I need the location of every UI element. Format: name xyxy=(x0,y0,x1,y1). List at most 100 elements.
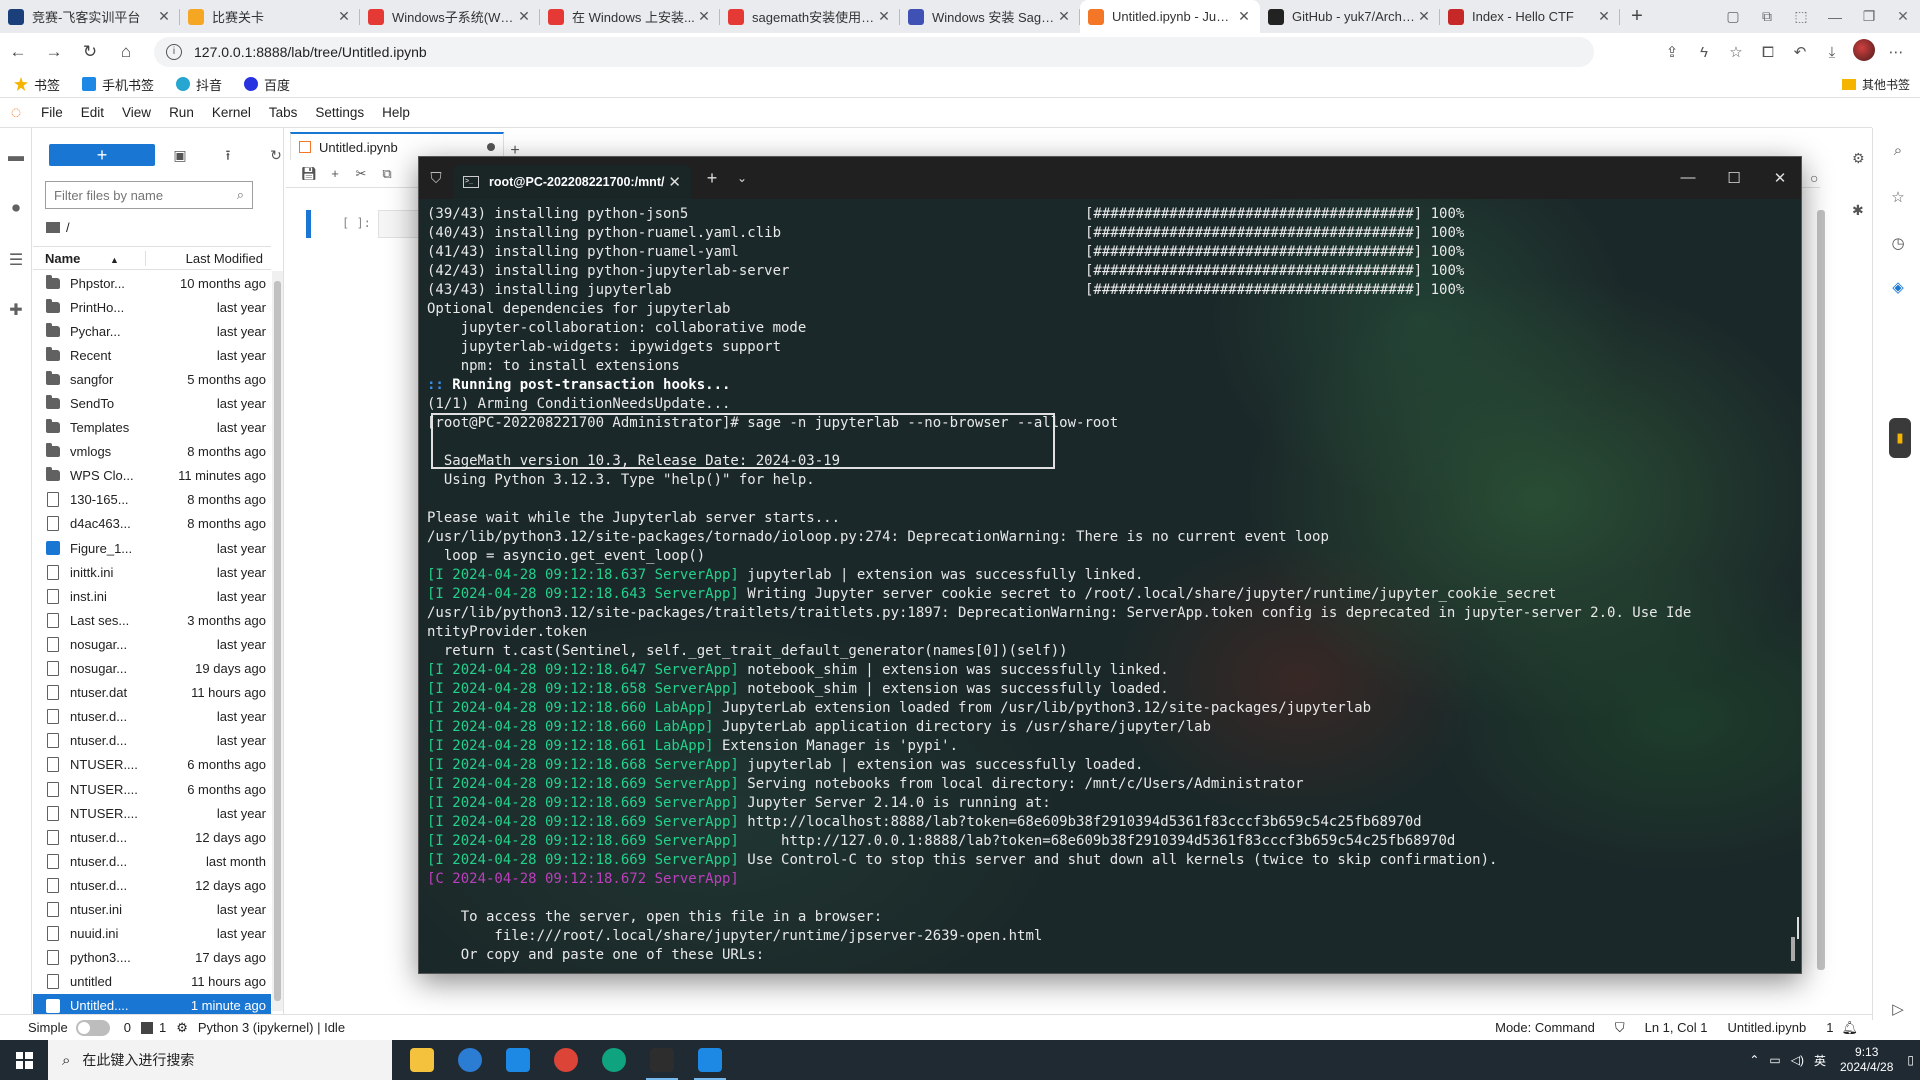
table-of-contents-icon[interactable]: ☰ xyxy=(6,250,26,270)
list-item[interactable]: NTUSER.... 6 months ago xyxy=(33,777,271,801)
back-button[interactable]: ← xyxy=(0,42,36,62)
close-tab-icon[interactable]: ✕ xyxy=(1056,8,1072,25)
bookmark-item[interactable]: 手机书签 xyxy=(82,75,154,94)
search-icon[interactable]: ⌕ xyxy=(1889,142,1907,159)
browser-tab[interactable]: Index - Hello CTF ✕ xyxy=(1440,0,1620,33)
kernel-count[interactable]: 1 xyxy=(159,1020,166,1035)
close-tab-icon[interactable]: ✕ xyxy=(1596,8,1612,25)
collapse-sidebar-icon[interactable]: ▷ xyxy=(1889,1000,1907,1018)
list-item[interactable]: ntuser.dat 11 hours ago xyxy=(33,681,271,705)
menu-edit[interactable]: Edit xyxy=(72,105,113,120)
taskbar-app-chrome[interactable] xyxy=(542,1040,590,1080)
list-item[interactable]: Phpstor... 10 months ago xyxy=(33,271,271,295)
side-panel-handle-icon[interactable]: ▮ xyxy=(1889,418,1911,458)
unsaved-indicator-icon[interactable] xyxy=(487,143,495,151)
lightning-icon[interactable]: ϟ xyxy=(1688,44,1720,61)
notification-center-icon[interactable]: ▯ xyxy=(1907,1053,1914,1067)
volume-icon[interactable]: ◁) xyxy=(1791,1053,1804,1067)
save-icon[interactable]: 💾︎ xyxy=(296,166,322,182)
list-item[interactable]: SendTo last year xyxy=(33,391,271,415)
menu-help[interactable]: Help xyxy=(373,105,419,120)
taskbar-app-file-explorer[interactable] xyxy=(398,1040,446,1080)
simple-mode-toggle[interactable] xyxy=(75,1019,110,1036)
network-icon[interactable]: ▭ xyxy=(1769,1053,1780,1067)
share-icon[interactable]: ⇪ xyxy=(1656,43,1688,61)
filter-files-input[interactable]: ⌕ xyxy=(45,181,253,209)
start-button[interactable] xyxy=(0,1040,48,1080)
list-item[interactable]: 130-165... 8 months ago xyxy=(33,488,271,512)
terminal-close-button[interactable]: ✕ xyxy=(1757,169,1801,187)
close-tab-icon[interactable]: ✕ xyxy=(336,8,352,25)
menu-view[interactable]: View xyxy=(113,105,160,120)
taskbar-app-terminal[interactable] xyxy=(638,1040,686,1080)
extensions-icon[interactable]: ⬚ xyxy=(1784,8,1818,25)
other-bookmarks[interactable]: 其他书签 xyxy=(1841,76,1920,93)
cursor-position[interactable]: Ln 1, Col 1 xyxy=(1645,1020,1708,1035)
menu-run[interactable]: Run xyxy=(160,105,203,120)
browser-tab[interactable]: 在 Windows 上安装... ✕ xyxy=(540,0,720,33)
tab-actions-icon[interactable]: ▢ xyxy=(1716,8,1750,25)
new-terminal-tab-button[interactable]: + xyxy=(697,168,727,189)
close-tab-icon[interactable]: ✕ xyxy=(1236,8,1252,25)
extensions-puzzle-icon[interactable]: ✚ xyxy=(6,300,26,320)
scrollbar-thumb[interactable] xyxy=(1817,210,1825,970)
file-list-scrollbar[interactable] xyxy=(272,271,283,1011)
settings-gear-icon[interactable]: ⚙ xyxy=(1852,150,1865,167)
forward-button[interactable]: → xyxy=(36,42,72,62)
list-item[interactable]: Last ses... 3 months ago xyxy=(33,608,271,632)
scrollbar-thumb[interactable] xyxy=(274,281,281,1001)
bookmark-item[interactable]: 抖音 xyxy=(176,75,222,94)
taskbar-search-box[interactable]: ⌕ 在此键入进行搜索 xyxy=(48,1040,392,1080)
url-field[interactable]: i 127.0.0.1:8888/lab/tree/Untitled.ipynb xyxy=(154,37,1594,67)
menu-kernel[interactable]: Kernel xyxy=(203,105,260,120)
minimize-button[interactable]: — xyxy=(1818,9,1852,25)
reload-button[interactable]: ↻ xyxy=(72,42,108,62)
new-tab-button[interactable]: + xyxy=(1620,0,1654,33)
list-item[interactable]: NTUSER.... 6 months ago xyxy=(33,753,271,777)
list-item[interactable]: nosugar... 19 days ago xyxy=(33,657,271,681)
new-launcher-button[interactable]: + xyxy=(49,144,155,166)
menu-file[interactable]: File xyxy=(32,105,72,120)
terminal-count[interactable]: 0 xyxy=(124,1020,131,1035)
list-item[interactable]: ntuser.d... 12 days ago xyxy=(33,873,271,897)
collections-icon[interactable]: ⧉ xyxy=(1750,8,1784,25)
clock[interactable]: 9:13 2024/4/28 xyxy=(1840,1045,1893,1075)
new-folder-icon[interactable]: ▣ xyxy=(168,144,192,166)
column-name[interactable]: Name ▲ xyxy=(33,251,145,266)
list-item[interactable]: Figure_1... last year xyxy=(33,536,271,560)
terminal-tab[interactable]: >_ root@PC-202208221700:/mnt/ ✕ xyxy=(453,165,691,199)
taskbar-app-store-app[interactable] xyxy=(494,1040,542,1080)
copy-icon[interactable]: ⧉ xyxy=(374,166,400,182)
close-tab-icon[interactable]: ✕ xyxy=(1416,8,1432,25)
history-icon[interactable]: ◷ xyxy=(1889,234,1907,252)
list-item[interactable]: ntuser.d... last month xyxy=(33,849,271,873)
taskbar-app-calendar[interactable] xyxy=(686,1040,734,1080)
browser-tab[interactable]: Untitled.ipynb - Jupy... ✕ xyxy=(1080,0,1260,33)
column-last-modified[interactable]: Last Modified xyxy=(145,250,269,266)
taskbar-app-edge[interactable] xyxy=(590,1040,638,1080)
terminal-maximize-button[interactable]: ☐ xyxy=(1711,169,1757,187)
favorite-star-icon[interactable]: ☆ xyxy=(1720,43,1752,61)
running-kernels-icon[interactable]: ⏺ xyxy=(6,200,26,220)
browser-tab[interactable]: 竞赛-飞客实训平台 ✕ xyxy=(0,0,180,33)
terminal-minimize-button[interactable]: — xyxy=(1665,169,1711,187)
list-item[interactable]: NTUSER.... last year xyxy=(33,801,271,825)
bookmark-item[interactable]: 百度 xyxy=(244,75,290,94)
list-item[interactable]: ntuser.d... 12 days ago xyxy=(33,825,271,849)
menu-tabs[interactable]: Tabs xyxy=(260,105,307,120)
scrollbar-thumb[interactable] xyxy=(1791,937,1795,961)
list-item[interactable]: Templates last year xyxy=(33,416,271,440)
list-item[interactable]: Pychar... last year xyxy=(33,319,271,343)
restore-button[interactable]: ❐ xyxy=(1852,8,1886,25)
browser-tab[interactable]: 比赛关卡 ✕ xyxy=(180,0,360,33)
history-undo-icon[interactable]: ↶ xyxy=(1784,43,1816,61)
bell-icon[interactable]: 🔔︎ xyxy=(1841,1020,1858,1036)
refresh-icon[interactable]: ↻ xyxy=(264,144,288,166)
close-window-button[interactable]: ✕ xyxy=(1886,8,1920,25)
list-item[interactable]: PrintHo... last year xyxy=(33,295,271,319)
folder-icon[interactable]: ▬ xyxy=(6,148,26,168)
filter-input[interactable] xyxy=(54,187,237,203)
browser-tab[interactable]: Windows 安装 SageM...✕ xyxy=(900,0,1080,33)
list-item[interactable]: nuuid.ini last year xyxy=(33,922,271,946)
terminal-output[interactable]: (39/43) installing python-json5 [########… xyxy=(427,205,1787,965)
